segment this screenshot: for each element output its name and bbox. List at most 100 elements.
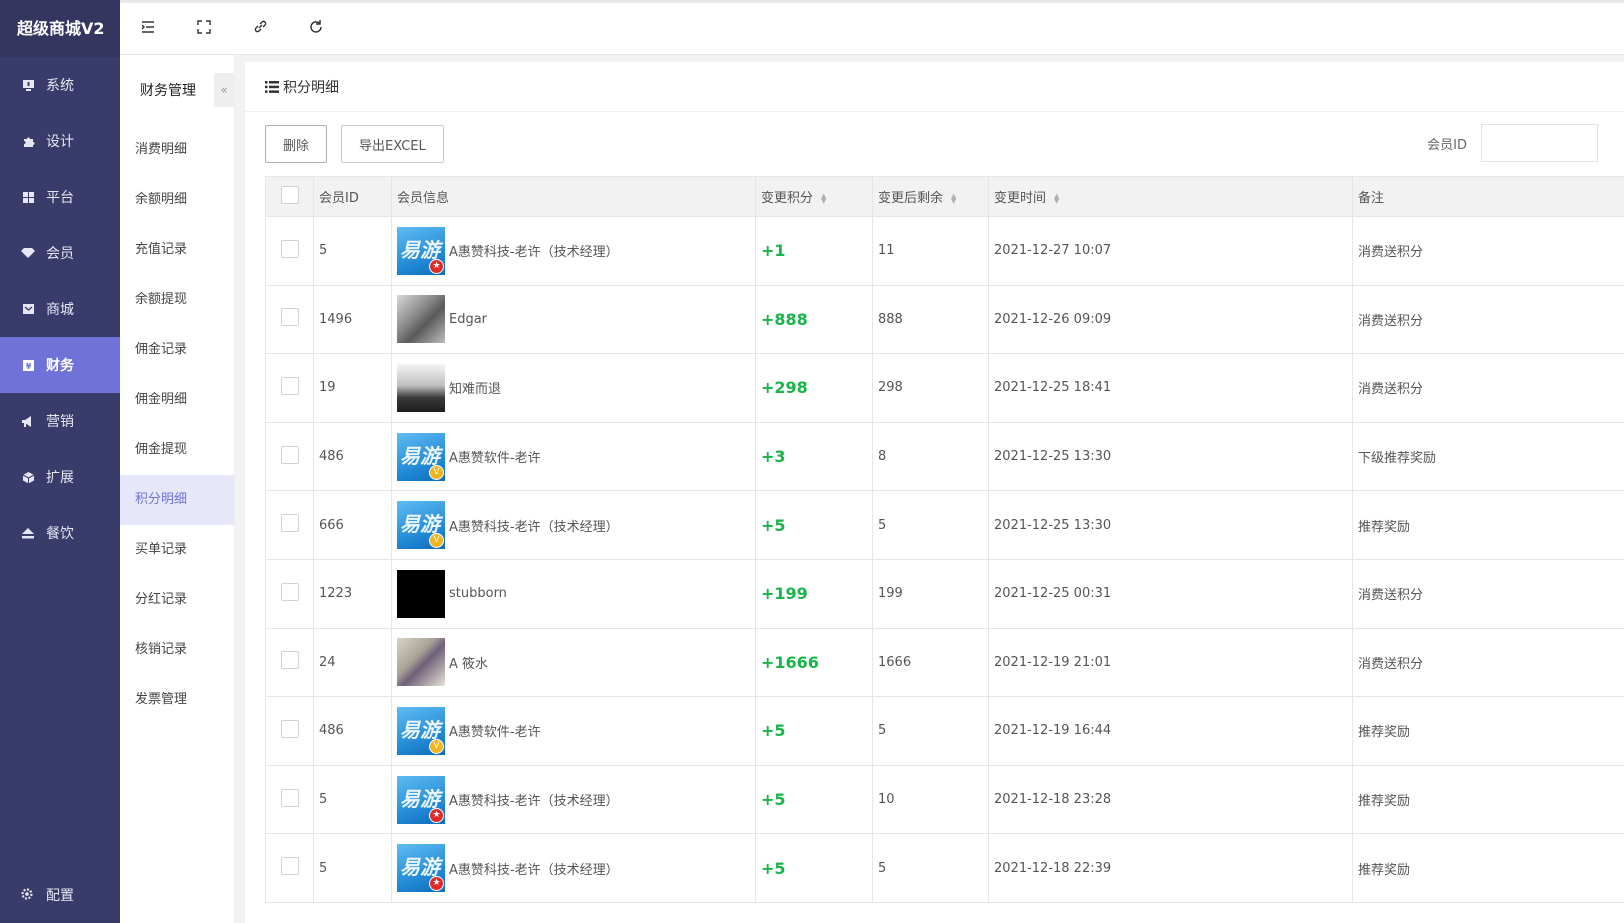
change-points-cell: +888 <box>755 284 873 355</box>
nav-item-label: 商城 <box>46 302 74 318</box>
puzzle-icon <box>20 133 36 149</box>
row-checkbox[interactable] <box>281 651 299 670</box>
change-points-cell: +5 <box>755 833 873 903</box>
row-checkbox[interactable] <box>281 857 299 876</box>
member-name: Edgar <box>449 311 488 327</box>
row-checkbox[interactable] <box>281 514 299 533</box>
member-id-cell: 19 <box>313 353 392 423</box>
member-id-label: 会员ID <box>1427 137 1467 153</box>
member-info-cell: 易游 V A惠赞软件-老许 <box>391 421 756 492</box>
subnav-item-8[interactable]: 买单记录 <box>120 525 234 575</box>
nav-item-label: 系统 <box>46 78 74 94</box>
subnav-list: 消费明细 余额明细 充值记录 余额提现 佣金记录 佣金明细 佣金提现 积分明细 买单记录 分红记录… <box>120 125 234 725</box>
member-name: A惠赞软件-老许 <box>449 725 541 741</box>
subnav-item-5[interactable]: 佣金明细 <box>120 375 234 425</box>
remaining-cell: 888 <box>872 284 989 355</box>
remark-cell: 消费送积分 <box>1352 284 1624 355</box>
link-button[interactable] <box>232 3 288 55</box>
refresh-button[interactable] <box>288 3 344 55</box>
change-time-cell: 2021-12-25 18:41 <box>988 353 1353 423</box>
subnav-item-7[interactable]: 积分明细 <box>120 475 234 525</box>
export-excel-button[interactable]: 导出EXCEL <box>341 125 444 163</box>
remark-cell: 下级推荐奖励 <box>1352 421 1624 492</box>
select-cell <box>265 284 314 355</box>
nav-item-1[interactable]: 设计 <box>0 113 120 169</box>
toggle-menu-button[interactable] <box>120 3 176 55</box>
nav-item-label: 营销 <box>46 414 74 430</box>
double-chevron-left-icon: « <box>220 83 228 97</box>
avatar <box>397 295 445 344</box>
nav-item-2[interactable]: 平台 <box>0 169 120 225</box>
member-name: A惠赞科技-老许（技术经理） <box>449 519 619 535</box>
avatar: 易游 ★ <box>397 844 445 893</box>
member-name: A惠赞科技-老许（技术经理） <box>449 245 619 261</box>
member-name: A惠赞软件-老许 <box>449 451 541 467</box>
subnav-item-11[interactable]: 发票管理 <box>120 675 234 725</box>
row-checkbox[interactable] <box>281 445 299 464</box>
collapse-subnav-button[interactable]: « <box>214 73 234 107</box>
change-time-cell: 2021-12-18 22:39 <box>988 833 1353 903</box>
select-all-checkbox[interactable] <box>281 185 299 204</box>
row-checkbox[interactable] <box>281 239 299 258</box>
member-info: A 筱水 <box>397 638 750 687</box>
member-id-cell: 666 <box>313 490 392 560</box>
remark-cell: 消费送积分 <box>1352 627 1624 698</box>
sort-icon[interactable]: ▲ ▼ <box>821 192 826 204</box>
member-info-cell: 易游 V A惠赞科技-老许（技术经理） <box>391 490 756 560</box>
header-label: 变更积分 <box>761 191 814 206</box>
member-info-cell: A 筱水 <box>391 627 756 698</box>
sort-icon[interactable]: ▲ ▼ <box>951 192 956 204</box>
header-change-time[interactable]: 变更时间 ▲ ▼ <box>988 176 1353 217</box>
gear-icon <box>20 887 36 903</box>
subnav-item-9[interactable]: 分红记录 <box>120 575 234 625</box>
nav-item-7[interactable]: 扩展 <box>0 449 120 505</box>
member-info-cell: 易游 V A惠赞软件-老许 <box>391 696 756 766</box>
row-checkbox[interactable] <box>281 308 299 327</box>
row-checkbox[interactable] <box>281 376 299 395</box>
nav-item-config[interactable]: 配置 <box>0 867 120 923</box>
nav-item-3[interactable]: 会员 <box>0 225 120 281</box>
row-checkbox[interactable] <box>281 719 299 738</box>
subnav-title: 财务管理 <box>140 83 196 99</box>
row-checkbox[interactable] <box>281 788 299 807</box>
select-cell <box>265 627 314 698</box>
header-member-info: 会员信息 <box>391 176 756 217</box>
member-id-filter: 会员ID <box>1427 124 1598 162</box>
select-cell <box>265 216 314 286</box>
main-panel: 积分明细 删除 导出EXCEL 会员ID 会员ID 会员信息 变更积分 ▲ ▼ 变更… <box>245 62 1624 923</box>
header-change-points[interactable]: 变更积分 ▲ ▼ <box>755 176 873 217</box>
change-points-cell: +5 <box>755 696 873 766</box>
points-change: +3 <box>761 447 786 467</box>
subnav-item-0[interactable]: 消费明细 <box>120 125 234 175</box>
points-change: +888 <box>761 309 808 329</box>
nav-item-4[interactable]: 商城 <box>0 281 120 337</box>
nav-item-6[interactable]: 营销 <box>0 393 120 449</box>
nav-item-0[interactable]: 系统 <box>0 57 120 113</box>
flag-badge-icon: ★ <box>429 258 444 274</box>
remaining-cell: 5 <box>872 696 989 766</box>
subnav-item-1[interactable]: 余额明细 <box>120 175 234 225</box>
points-change: +298 <box>761 378 808 398</box>
subnav-item-6[interactable]: 佣金提现 <box>120 425 234 475</box>
avatar: 易游 ★ <box>397 226 445 275</box>
header-remaining[interactable]: 变更后剩余 ▲ ▼ <box>872 176 989 217</box>
remaining-cell: 11 <box>872 216 989 286</box>
cube-icon <box>20 469 36 485</box>
sort-icon[interactable]: ▲ ▼ <box>1054 192 1059 204</box>
subnav-item-3[interactable]: 余额提现 <box>120 275 234 325</box>
nav-item-label: 财务 <box>46 358 74 374</box>
member-id-input[interactable] <box>1481 124 1598 162</box>
change-points-cell: +199 <box>755 558 873 629</box>
change-points-cell: +298 <box>755 353 873 423</box>
delete-button[interactable]: 删除 <box>265 125 328 163</box>
row-checkbox[interactable] <box>281 582 299 601</box>
subnav-item-4[interactable]: 佣金记录 <box>120 325 234 375</box>
nav-item-8[interactable]: 餐饮 <box>0 505 120 561</box>
nav-item-5[interactable]: ¥ 财务 <box>0 337 120 393</box>
subnav-item-2[interactable]: 充值记录 <box>120 225 234 275</box>
subnav-item-10[interactable]: 核销记录 <box>120 625 234 675</box>
fullscreen-button[interactable] <box>176 3 232 55</box>
remark-cell: 推荐奖励 <box>1352 696 1624 766</box>
member-info: 易游 ★ A惠赞科技-老许（技术经理） <box>397 844 750 893</box>
member-id-cell: 486 <box>313 696 392 766</box>
